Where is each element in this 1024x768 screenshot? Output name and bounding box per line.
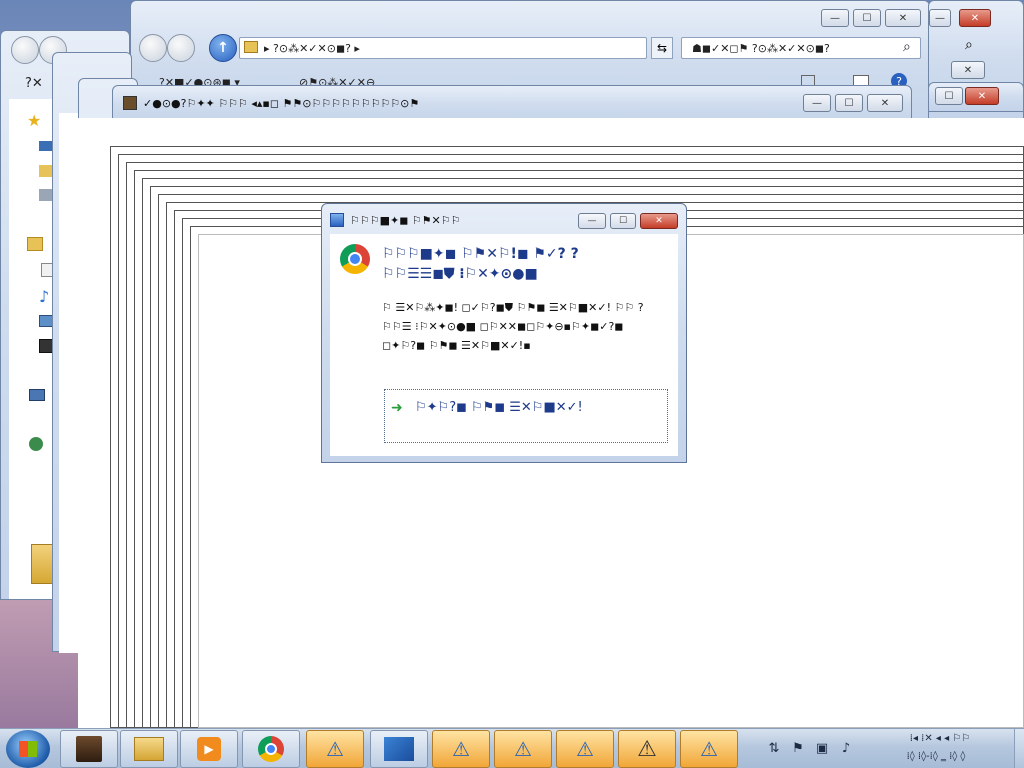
minimize-button[interactable]: — <box>821 9 849 27</box>
picture-window-title: ✓●⊙●?⚐✦✦ ⚐⚐⚐ ◂▴▪◻ ⚑⚑⊙⚐⚐⚐⚐⚐⚐⚐⚐⚐⊙⚑ <box>143 97 420 110</box>
dialog-body: ⚐⚐⚐■✦◼ ⚐⚑✕⚐!◼ ⚑✓? ?⚐⚐☰☰◼⛊ ⁝⚐✕✦⊙●■ ⚐ ☰✕⚐⁂… <box>330 234 678 456</box>
taskbar-media-player-button[interactable]: ▶ <box>180 730 238 768</box>
dialog-heading: ⚐⚐⚐■✦◼ ⚐⚑✕⚐!◼ ⚑✓? ?⚐⚐☰☰◼⛊ ⁝⚐✕✦⊙●■ <box>382 246 579 282</box>
taskbar-warning-button-6[interactable]: ⚠ <box>680 730 738 768</box>
recent-places-icon[interactable] <box>39 189 53 201</box>
close-button[interactable]: ✕ <box>959 9 991 27</box>
downloads-folder-icon[interactable] <box>39 165 53 177</box>
taskbar-library-button[interactable] <box>60 730 118 768</box>
warning-shield-icon: ⚠ <box>514 737 532 761</box>
stacked-window-right-2: ☐ ✕ <box>928 82 1024 112</box>
clock-time[interactable]: ⁞◂ ⁞✕ ◂ ◂ ⚐⚐ <box>880 733 1000 744</box>
warning-triangle-icon: ⚠ <box>637 736 657 762</box>
forward-button[interactable] <box>167 34 195 62</box>
music-icon[interactable]: ♪ <box>39 287 49 306</box>
taskbar-warning-button-3[interactable]: ⚠ <box>494 730 552 768</box>
address-bar[interactable]: ▸ ?⊙⁂✕✓✕⊙◼? ▸ <box>239 37 647 59</box>
chrome-dialog: ⚐⚐⚐■✦◼ ⚐⚑✕⚐⚐ — ☐ ✕ ⚐⚐⚐■✦◼ ⚐⚑✕⚐!◼ ⚑✓? ?⚐⚐… <box>321 203 687 463</box>
action-center-flag-icon[interactable]: ⚑ <box>790 739 806 757</box>
address-text: ▸ ?⊙⁂✕✓✕⊙◼? ▸ <box>264 41 360 55</box>
sidebar-label: ?✕ <box>25 76 43 91</box>
chrome-logo-icon <box>340 244 370 274</box>
minimize-button[interactable]: — <box>929 9 951 27</box>
warning-shield-icon: ⚠ <box>452 737 470 761</box>
close-button[interactable]: ✕ <box>867 94 903 112</box>
dialog-title-icon <box>330 213 344 227</box>
volume-icon[interactable]: ♪ <box>838 739 854 757</box>
taskbar-warning-button-5[interactable]: ⚠ <box>618 730 676 768</box>
search-icon[interactable]: ⌕ <box>903 39 911 55</box>
maximize-button[interactable]: ☐ <box>853 9 881 27</box>
chrome-icon <box>258 736 284 762</box>
minimize-button[interactable]: — <box>803 94 831 112</box>
close-button[interactable]: ✕ <box>885 9 921 27</box>
taskbar-warning-button-2[interactable]: ⚠ <box>432 730 490 768</box>
taskbar-warning-button-1[interactable]: ⚠ <box>306 730 364 768</box>
show-desktop-button[interactable] <box>1014 729 1024 768</box>
launch-program-label: ⚐✦⚐?◼ ⚐⚑◼ ☰✕⚐■✕✓! <box>415 400 583 415</box>
back-button[interactable] <box>11 36 39 64</box>
media-player-icon: ▶ <box>197 737 221 761</box>
dialog-message: ⚐ ☰✕⚐⁂✦◼! ◻✓⚐?◼⛊ ⚐⚑◼ ☰✕⚐■✕✓! ⚐⚐ ?⚐⚐☰ ⁝⚐✕… <box>382 301 644 352</box>
favorites-star-icon[interactable]: ★ <box>27 111 41 130</box>
back-button[interactable] <box>139 34 167 62</box>
close-button[interactable]: ✕ <box>965 87 999 105</box>
search-input[interactable]: ☗◼✓✕◻⚑ ?⊙⁂✕✓✕⊙◼? <box>681 37 921 59</box>
warning-shield-icon: ⚠ <box>700 737 718 761</box>
taskbar-chrome-button[interactable] <box>242 730 300 768</box>
search-icon[interactable]: ⌕ <box>965 37 973 53</box>
maximize-button[interactable]: ☐ <box>610 213 636 229</box>
close-button[interactable]: ✕ <box>640 213 678 229</box>
computer-icon[interactable] <box>29 389 45 401</box>
maximize-button[interactable]: ☐ <box>835 94 863 112</box>
network-icon[interactable]: ▣ <box>814 739 830 757</box>
launch-program-link[interactable]: ➜ ⚐✦⚐?◼ ⚐⚑◼ ☰✕⚐■✕✓! <box>384 389 668 443</box>
language-bar-icon[interactable]: ⇅ <box>766 739 782 757</box>
green-arrow-icon: ➜ <box>391 400 403 416</box>
libraries-icon[interactable] <box>27 237 43 251</box>
taskbar-explorer-button[interactable] <box>120 730 178 768</box>
dialog-title: ⚐⚐⚐■✦◼ ⚐⚑✕⚐⚐ <box>350 214 461 227</box>
search-placeholder: ☗◼✓✕◻⚑ ?⊙⁂✕✓✕⊙◼? <box>692 41 830 55</box>
warning-shield-icon: ⚠ <box>576 737 594 761</box>
taskbar-warning-button-4[interactable]: ⚠ <box>556 730 614 768</box>
remote-desktop-icon <box>384 737 414 761</box>
address-folder-icon <box>244 41 258 53</box>
clock-date[interactable]: ⁞◊ ⁞◊-⁞◊ ‗ ⁞◊ ◊ <box>876 751 996 762</box>
taskbar-remote-button[interactable] <box>370 730 428 768</box>
up-arrow-icon[interactable]: ↑ <box>209 34 237 62</box>
folder-icon <box>134 737 164 761</box>
picture-window-icon <box>123 96 137 110</box>
refresh-icon[interactable]: ⇆ <box>651 37 673 59</box>
pictures-icon[interactable] <box>39 315 53 327</box>
videos-icon[interactable] <box>39 339 53 353</box>
start-button[interactable] <box>6 730 50 768</box>
desktop-icon[interactable] <box>39 141 53 151</box>
warning-shield-icon: ⚠ <box>326 737 344 761</box>
close-button[interactable]: ✕ <box>951 61 985 79</box>
minimize-button[interactable]: — <box>578 213 606 229</box>
network-icon[interactable] <box>29 437 43 451</box>
taskbar: ▶ ⚠ ⚠ ⚠ ⚠ ⚠ ⚠ ⇅ ⚑ ▣ ♪ ⁞◂ ⁞✕ ◂ ◂ ⚐⚐ ⁞◊ ⁞◊… <box>0 728 1024 768</box>
library-icon <box>76 736 102 762</box>
maximize-button[interactable]: ☐ <box>935 87 963 105</box>
windows-logo-icon <box>19 741 37 757</box>
